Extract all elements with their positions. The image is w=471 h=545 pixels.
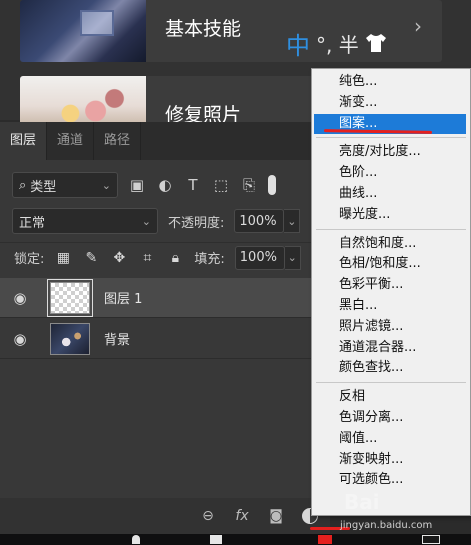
taskbar	[0, 534, 471, 545]
menu-item[interactable]: 照片滤镜...	[314, 317, 466, 337]
menu-separator	[316, 382, 466, 384]
filter-kind-value: 类型	[30, 179, 57, 195]
layer-row[interactable]: ◉ 背景	[0, 319, 330, 359]
blend-row: 正常 ⌄ 不透明度: 100% ⌄	[0, 206, 330, 236]
menu-item[interactable]: 纯色...	[314, 72, 466, 92]
layer-thumbnail[interactable]	[47, 278, 93, 317]
image-filter-icon[interactable]: ▣	[128, 176, 146, 194]
filter-kind-select[interactable]: ⌕ 类型 ⌄	[12, 172, 118, 198]
menu-separator	[316, 137, 466, 139]
menu-item[interactable]: 自然饱和度...	[314, 234, 466, 254]
card-thumbnail	[20, 0, 146, 62]
lock-all-icon[interactable]: 🔒︎	[166, 249, 184, 267]
ime-mode[interactable]: 中	[286, 26, 310, 61]
layer-row[interactable]: ◉ 图层 1	[0, 278, 330, 318]
taskbar-icon[interactable]	[422, 535, 440, 544]
taskbar-icon[interactable]	[210, 535, 222, 544]
tab-channels[interactable]: 通道	[47, 122, 95, 160]
chevron-down-icon: ⌄	[101, 178, 111, 192]
menu-item[interactable]: 反相	[314, 387, 466, 407]
lock-transparent-pixels-icon[interactable]: ▦	[54, 249, 72, 267]
fill-dropdown[interactable]: ⌄	[284, 245, 301, 270]
type-filter-icon[interactable]: T	[184, 176, 202, 194]
add-mask-icon[interactable]: ◙	[266, 506, 286, 526]
shape-filter-icon[interactable]: ⬚	[212, 176, 230, 194]
filter-toggle[interactable]	[268, 175, 276, 195]
adjustment-layer-menu: 纯色... 渐变... 图案... 亮度/对比度... 色阶... 曲线... 曝光度...…	[311, 68, 471, 516]
menu-item[interactable]: 色阶...	[314, 163, 466, 183]
lock-position-icon[interactable]: ✥	[110, 249, 128, 267]
chevron-down-icon: ⌄	[141, 214, 151, 228]
baidu-logo: Bai	[344, 490, 380, 514]
watermark-text: jingyan.baidu.com	[340, 520, 433, 531]
lock-image-pixels-icon[interactable]: ✎	[82, 249, 100, 267]
lock-artboard-icon[interactable]: ⌗	[138, 249, 156, 267]
menu-item[interactable]: 颜色查找...	[314, 358, 466, 378]
menu-item[interactable]: 渐变...	[314, 93, 466, 113]
link-layers-icon[interactable]: ⊖	[198, 506, 218, 526]
blend-mode-value: 正常	[19, 215, 46, 231]
ime-punctuation-width[interactable]: °, 半	[316, 29, 359, 58]
visibility-eye-icon[interactable]: ◉	[0, 330, 40, 348]
menu-item[interactable]: 亮度/对比度...	[314, 142, 466, 162]
smart-object-filter-icon[interactable]: ⎘	[240, 176, 258, 194]
layers-bottom-bar: ⊖ fx ◙	[0, 498, 330, 534]
taskbar-icon[interactable]	[132, 535, 140, 544]
menu-item[interactable]: 可选颜色...	[314, 470, 466, 490]
lock-row: 锁定: ▦ ✎ ✥ ⌗ 🔒︎ 填充: 100% ⌄	[0, 242, 330, 272]
taskbar-icon[interactable]	[318, 535, 332, 544]
search-icon: ⌕	[19, 177, 27, 193]
tab-layers[interactable]: 图层	[0, 122, 48, 160]
fill-label: 填充:	[194, 252, 225, 267]
layers-panel: 图层 通道 路径 ⌕ 类型 ⌄ ▣ ◐ T ⬚ ⎘ 正常 ⌄ 不透明度: 100…	[0, 122, 330, 534]
skin-shirt-icon[interactable]	[365, 33, 387, 53]
opacity-input[interactable]: 100%	[234, 209, 285, 233]
panel-tabs: 图层 通道 路径	[0, 122, 330, 160]
opacity-dropdown[interactable]: ⌄	[284, 209, 301, 233]
menu-item[interactable]: 曲线...	[314, 184, 466, 204]
layer-name[interactable]: 背景	[104, 329, 130, 348]
opacity-label: 不透明度:	[168, 215, 225, 231]
tab-paths[interactable]: 路径	[94, 122, 142, 160]
adjustment-filter-icon[interactable]: ◐	[156, 176, 174, 194]
layer-name[interactable]: 图层 1	[104, 288, 142, 307]
layer-filter-row: ⌕ 类型 ⌄ ▣ ◐ T ⬚ ⎘	[0, 170, 330, 200]
menu-separator	[316, 228, 466, 230]
menu-item[interactable]: 色相/饱和度...	[314, 254, 466, 274]
menu-item[interactable]: 通道混合器...	[314, 338, 466, 358]
layer-style-fx-icon[interactable]: fx	[232, 506, 252, 526]
menu-item[interactable]: 阈值...	[314, 429, 466, 449]
card-thumbnail	[20, 76, 146, 126]
menu-item[interactable]: 色调分离...	[314, 408, 466, 428]
layer-thumbnail[interactable]	[50, 322, 90, 355]
fill-input[interactable]: 100%	[234, 245, 285, 270]
card-title: 基本技能	[165, 18, 242, 40]
menu-item[interactable]: 黑白...	[314, 296, 466, 316]
blend-mode-select[interactable]: 正常 ⌄	[12, 208, 158, 234]
menu-item[interactable]: 色彩平衡...	[314, 275, 466, 295]
menu-item[interactable]: 曝光度...	[314, 205, 466, 225]
ime-status[interactable]: 中 °, 半	[286, 26, 416, 60]
lock-label: 锁定:	[14, 252, 45, 267]
menu-item[interactable]: 渐变映射...	[314, 450, 466, 470]
visibility-eye-icon[interactable]: ◉	[0, 289, 40, 307]
